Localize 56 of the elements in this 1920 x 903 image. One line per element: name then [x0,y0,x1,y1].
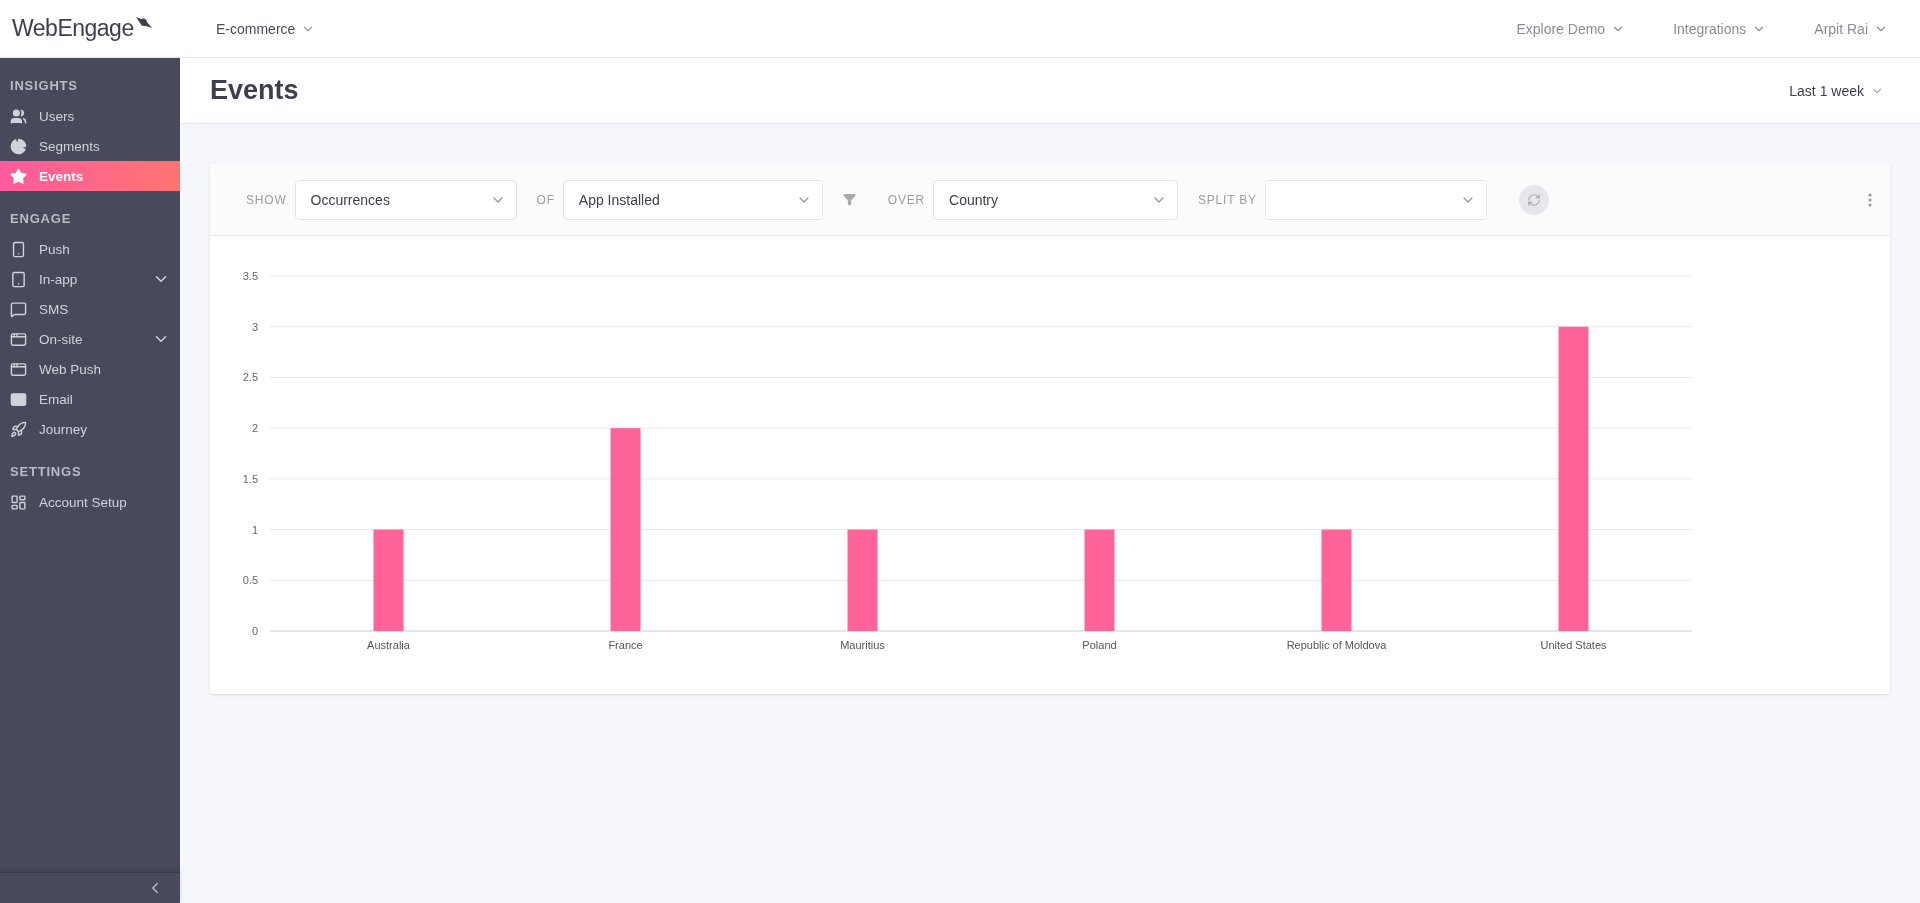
y-tick-label: 2 [251,422,258,435]
sidebar-item[interactable]: Email [0,384,180,414]
sidebar-item[interactable]: Users [0,101,180,131]
sidebar-item[interactable]: Journey [0,414,180,444]
x-tick-label: France [608,639,643,651]
nav-menu[interactable]: Integrations [1667,19,1773,38]
y-tick-label: 3 [251,320,258,333]
section-title: INSIGHTS [9,77,79,95]
pie-chart-icon [10,137,27,155]
date-range-dropdown[interactable]: Last 1 week [1783,81,1890,100]
dropdown[interactable]: App Installed [562,179,823,220]
y-tick-label: 3.5 [242,270,258,282]
dropdown[interactable] [1264,179,1487,220]
sidebar-item[interactable]: On-site [0,324,180,354]
chat-icon [10,300,27,318]
rocket-icon [10,420,27,438]
field-label: SHOW [246,192,287,207]
y-tick-label: 0 [251,625,258,637]
logo: WebEngage [12,15,134,42]
refresh-button[interactable] [1518,184,1549,215]
dropdown[interactable]: Occurrences [294,179,517,220]
dashboard-icon [10,493,27,511]
section-title: SETTINGS [9,463,83,481]
sidebar-item[interactable]: Account Setup [0,487,180,517]
x-tick-label: Republic of Moldova [1286,639,1387,651]
filter-icon[interactable] [842,193,856,206]
y-tick-label: 1 [251,523,258,536]
sidebar-item[interactable]: In-app [0,264,180,294]
field-label: OF [536,192,555,207]
field-label: OVER [887,192,925,207]
y-tick-label: 1.5 [242,472,258,485]
refresh-icon [1526,192,1541,207]
x-tick-label: United States [1540,639,1607,651]
sidebar-item[interactable]: SMS [0,294,180,324]
sidebar-item[interactable]: Push [0,234,180,264]
users-icon [10,107,27,125]
x-tick-label: Mauritius [840,639,885,651]
phone-icon [10,240,27,258]
nav-menu[interactable]: Explore Demo [1510,19,1632,38]
x-tick-label: Poland [1082,639,1117,651]
sidebar-item[interactable]: Web Push [0,354,180,384]
tablet-icon [10,270,27,288]
window-icon [10,360,27,378]
y-tick-label: 0.5 [242,574,258,587]
star-icon [10,167,27,185]
project-dropdown[interactable]: E-commerce [210,19,322,38]
page-title: Events [210,75,299,106]
more-icon [1868,192,1872,207]
section-title: ENGAGE [9,210,73,228]
dropdown[interactable]: Country [933,179,1178,220]
window-icon [10,330,27,348]
sidebar-item[interactable]: Segments [0,131,180,161]
y-tick-label: 2.5 [242,371,258,384]
nav-menu[interactable]: Arpit Rai [1808,19,1894,38]
x-tick-label: Australia [367,639,410,651]
field-label: SPLIT BY [1198,192,1257,207]
